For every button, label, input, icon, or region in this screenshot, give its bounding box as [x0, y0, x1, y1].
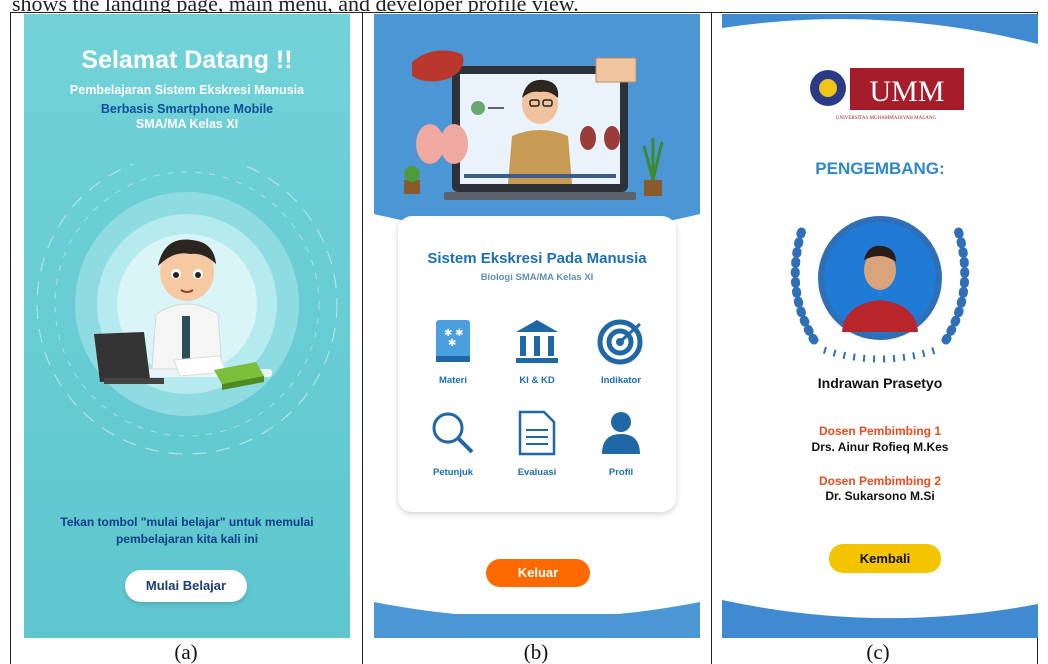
supervisor-2-name: Dr. Sukarsono M.Si: [825, 489, 935, 503]
instruction-line-2: pembelajaran kita kali ini: [115, 532, 259, 546]
document-icon: [518, 410, 556, 456]
landing-subtitle-2: Berbasis Smartphone Mobile: [100, 102, 274, 116]
landing-subtitle-1: Pembelajaran Sistem Ekskresi Manusia: [69, 83, 305, 97]
menu-item-materi[interactable]: ✱ ✱ ✱ Materi: [420, 316, 486, 386]
magnifier-icon: [432, 412, 474, 454]
profile-screen: UMM UNIVERSITAS MUHAMMADIYAH MALANG PENG…: [722, 14, 1038, 638]
supervisor-1-name: Drs. Ainur Rofieq M.Kes: [811, 440, 949, 454]
supervisor-1-role: Dosen Pembimbing 1: [818, 424, 942, 438]
developer-name: Indrawan Prasetyo: [817, 375, 943, 391]
target-icon: [597, 319, 643, 365]
menu-item-evaluasi[interactable]: Evaluasi: [504, 408, 570, 478]
logo-subtext: UNIVERSITAS MUHAMMADIYAH MALANG: [836, 116, 937, 121]
exit-button[interactable]: Keluar: [486, 559, 590, 587]
developer-photo-laurel: [790, 216, 970, 363]
svg-text:✱: ✱: [448, 338, 456, 349]
menu-item-label: KI & KD: [519, 375, 555, 386]
menu-item-label: Petunjuk: [432, 467, 474, 478]
logo-text: UMM: [869, 75, 944, 108]
main-menu-screen: Sistem Ekskresi Pada Manusia Biologi SMA…: [374, 14, 700, 638]
menu-item-label: Indikator: [600, 375, 642, 386]
menu-title: Sistem Ekskresi Pada Manusia: [427, 250, 647, 267]
book-icon: ✱ ✱ ✱: [436, 320, 470, 362]
teacher-video-illustration: [404, 50, 664, 200]
menu-item-ki-kd[interactable]: KI & KD: [504, 316, 570, 386]
developer-section-title: PENGEMBANG:: [815, 159, 945, 178]
menu-subtitle: Biologi SMA/MA Kelas XI: [480, 272, 594, 283]
menu-item-indikator[interactable]: Indikator: [588, 316, 654, 386]
start-learning-button[interactable]: Mulai Belajar: [125, 570, 247, 602]
umm-logo: UMM UNIVERSITAS MUHAMMADIYAH MALANG: [806, 64, 966, 122]
landing-screen: Selamat Datang !! Pembelajaran Sistem Ek…: [24, 14, 350, 638]
panel-label-c: (c): [866, 640, 890, 664]
instruction-line-1: Tekan tombol "mulai belajar" untuk memul…: [60, 515, 314, 529]
landing-title: Selamat Datang !!: [81, 46, 293, 74]
menu-item-label: Materi: [439, 375, 467, 386]
supervisor-2-role: Dosen Pembimbing 2: [818, 474, 942, 488]
user-icon: [602, 412, 640, 454]
menu-item-profil[interactable]: Profil: [588, 408, 654, 478]
menu-item-petunjuk[interactable]: Petunjuk: [420, 408, 486, 478]
menu-item-label: Evaluasi: [517, 467, 557, 478]
panel-divider-1: [362, 12, 363, 664]
back-button[interactable]: Kembali: [829, 544, 941, 573]
institution-icon: [516, 320, 558, 363]
panel-divider-2: [711, 12, 712, 664]
menu-card: Sistem Ekskresi Pada Manusia Biologi SMA…: [398, 216, 676, 512]
panel-label-a: (a): [174, 640, 198, 664]
student-illustration: [36, 164, 338, 455]
panel-label-b: (b): [523, 640, 549, 664]
landing-instruction: Tekan tombol "mulai belajar" untuk memul…: [44, 514, 330, 548]
menu-item-label: Profil: [608, 467, 634, 478]
landing-subtitle-3: SMA/MA Kelas XI: [135, 117, 239, 131]
